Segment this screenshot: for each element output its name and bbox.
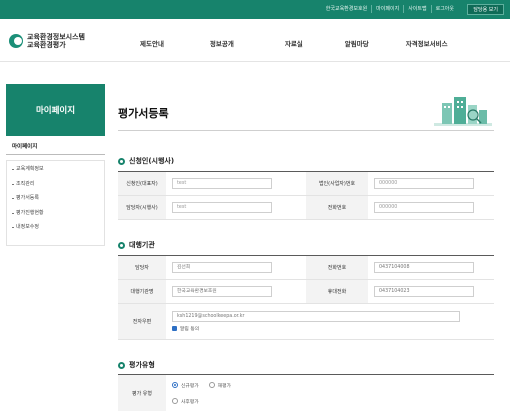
applicant-bizno-label: 법인(사업자)번호 [306,172,368,195]
utility-link-home[interactable]: 한국교육환경보호원 [322,5,373,13]
radio-re-eval-button[interactable] [208,382,215,388]
logo-line2: 교육환경평가 [27,41,66,49]
section-bullet-icon [118,361,125,369]
sidebar-item-edit-info[interactable]: 내정보수정 [7,221,104,234]
gnb-item-license[interactable]: 자격정보서비스 [406,38,448,48]
sidebar-item-progress[interactable]: 평가진행현황 [7,207,104,220]
agency-email-label: 전자우편 [118,304,166,339]
utility-links: 한국교육환경보호원 마이페이지 사이트맵 로그아웃 [322,5,458,13]
title-divider [118,130,494,131]
eval-type-section-title: 평가유형 [118,360,155,370]
radio-post-eval-button[interactable] [172,398,178,404]
applicant-phone-input[interactable]: 000000 [374,202,474,213]
gnb-item-notice[interactable]: 알림마당 [345,38,369,48]
agency-manager-input[interactable]: 김선희 [172,262,272,273]
agency-phone-input[interactable]: 0437104008 [374,262,474,273]
consent-label: 알림 동의 [180,327,200,332]
applicant-row-1: 신청인(대표자) test 법인(사업자)번호 000000 [118,172,494,196]
logo-icon [9,34,23,48]
sidebar-item-organization[interactable]: 조직관리 [7,178,104,191]
top-utility-bar: 한국교육환경보호원 마이페이지 사이트맵 로그아웃 담당용 보기 [0,0,510,19]
agency-manager-label: 담당자 [118,256,166,279]
eval-type-section-label: 평가유형 [129,361,155,369]
radio-re-eval-label: 재평가 [217,383,231,389]
gnb-item-system[interactable]: 제도안내 [140,38,164,48]
applicant-form: 신청인(대표자) test 법인(사업자)번호 000000 담당자(시행사) … [118,171,494,220]
agency-org-input[interactable]: 한국교육환경보호원 [172,286,272,297]
applicant-phone-label: 전화번호 [306,196,368,219]
applicant-name-input[interactable]: test [172,178,272,189]
agency-section-title: 대행기관 [118,240,155,250]
utility-link-mypage[interactable]: 마이페이지 [372,5,405,13]
utility-link-sitemap[interactable]: 사이트맵 [404,5,432,13]
agency-email-input[interactable]: ksh1219@schoolkeepa.or.kr [172,311,460,322]
radio-new-eval-button[interactable] [172,382,178,388]
eval-type-label: 평가 유형 [118,375,166,411]
agency-row-1: 담당자 김선희 전화번호 0437104008 [118,256,494,280]
applicant-bizno-input[interactable]: 000000 [374,178,474,189]
radio-new-eval[interactable]: 신규평가 [172,382,199,389]
sidebar-title: 마이페이지 [6,84,105,136]
applicant-section-title: 신청인(시행사) [118,156,174,166]
sidebar-menu: 교육계획정보 조직관리 평가서등록 평가진행현황 내정보수정 [6,160,105,246]
sidebar-section-heading[interactable]: 마이페이지 [6,140,105,155]
notification-consent[interactable]: 알림 동의 [172,325,199,332]
applicant-row-2: 담당자(시행사) test 전화번호 000000 [118,196,494,220]
sidebar-item-register-report[interactable]: 평가서등록 [7,192,104,205]
agency-form: 담당자 김선희 전화번호 0437104008 대행기관명 한국교육환경보호원 … [118,255,494,340]
site-logo[interactable]: 교육환경정보시스템 교육환경평가 [9,33,85,49]
agency-row-2: 대행기관명 한국교육환경보호원 휴대전화 0437104023 [118,280,494,304]
sidebar-item-edu-plan[interactable]: 교육계획정보 [7,163,104,176]
buildings-illustration [434,97,492,126]
gnb-item-disclosure[interactable]: 정보공개 [210,38,234,48]
applicant-section-label: 신청인(시행사) [129,157,175,165]
header-divider [0,61,510,62]
manager-view-button[interactable]: 담당용 보기 [467,4,504,15]
section-bullet-icon [118,241,125,249]
logo-line1: 교육환경정보시스템 [27,33,85,41]
eval-type-form: 평가 유형 신규평가 재평가 사후평가 [118,374,494,411]
utility-link-logout[interactable]: 로그아웃 [432,5,458,13]
page-title: 평가서등록 [118,107,169,120]
applicant-name-label: 신청인(대표자) [118,172,166,195]
agency-phone-label: 전화번호 [306,256,368,279]
applicant-manager-input[interactable]: test [172,202,272,213]
radio-post-eval[interactable]: 사후평가 [172,398,199,405]
agency-org-label: 대행기관명 [118,280,166,303]
radio-post-eval-label: 사후평가 [181,399,199,405]
agency-row-3: 전자우편 ksh1219@schoolkeepa.or.kr 알림 동의 [118,304,494,340]
gnb-item-library[interactable]: 자료실 [285,38,303,48]
radio-new-eval-label: 신규평가 [181,383,199,389]
eval-type-row: 평가 유형 신규평가 재평가 사후평가 [118,375,494,411]
agency-mobile-label: 휴대전화 [306,280,368,303]
consent-checkbox[interactable] [172,326,177,331]
logo-text: 교육환경정보시스템 교육환경평가 [27,33,85,49]
agency-section-label: 대행기관 [129,241,155,249]
applicant-manager-label: 담당자(시행사) [118,196,166,219]
global-nav: 제도안내 정보공개 자료실 알림마당 자격정보서비스 [122,38,448,48]
agency-mobile-input[interactable]: 0437104023 [374,286,474,297]
section-bullet-icon [118,157,125,165]
radio-re-eval[interactable]: 재평가 [208,382,231,389]
